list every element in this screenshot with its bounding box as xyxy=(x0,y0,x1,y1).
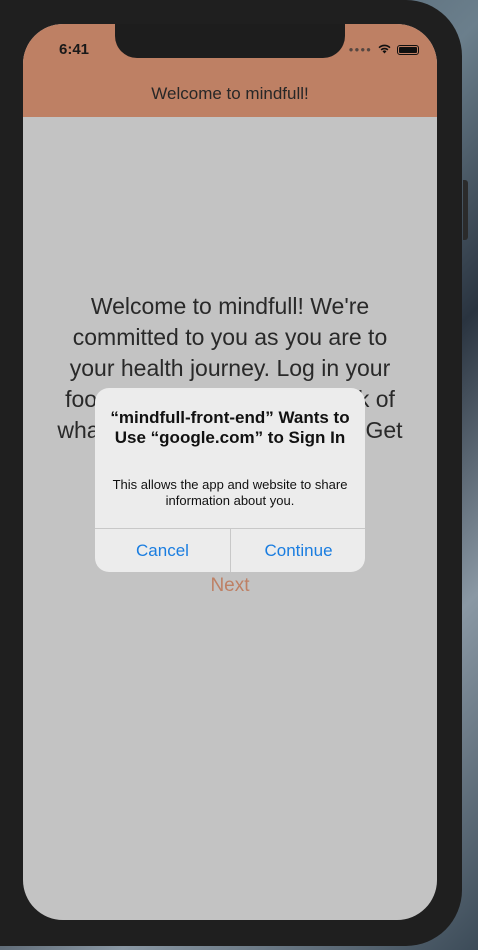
app-screen: 6:41 ●●●● Welcome to mindfull! Welcome t… xyxy=(23,24,437,920)
alert-title: “mindfull-front-end” Wants to Use “googl… xyxy=(110,408,350,447)
phone-frame: 6:41 ●●●● Welcome to mindfull! Welcome t… xyxy=(0,0,462,946)
device-side-button xyxy=(463,180,468,240)
alert-message: This allows the app and website to share… xyxy=(112,477,348,508)
continue-button[interactable]: Continue xyxy=(231,529,365,572)
cancel-button[interactable]: Cancel xyxy=(95,529,230,572)
sign-in-permission-alert: “mindfull-front-end” Wants to Use “googl… xyxy=(95,388,365,572)
